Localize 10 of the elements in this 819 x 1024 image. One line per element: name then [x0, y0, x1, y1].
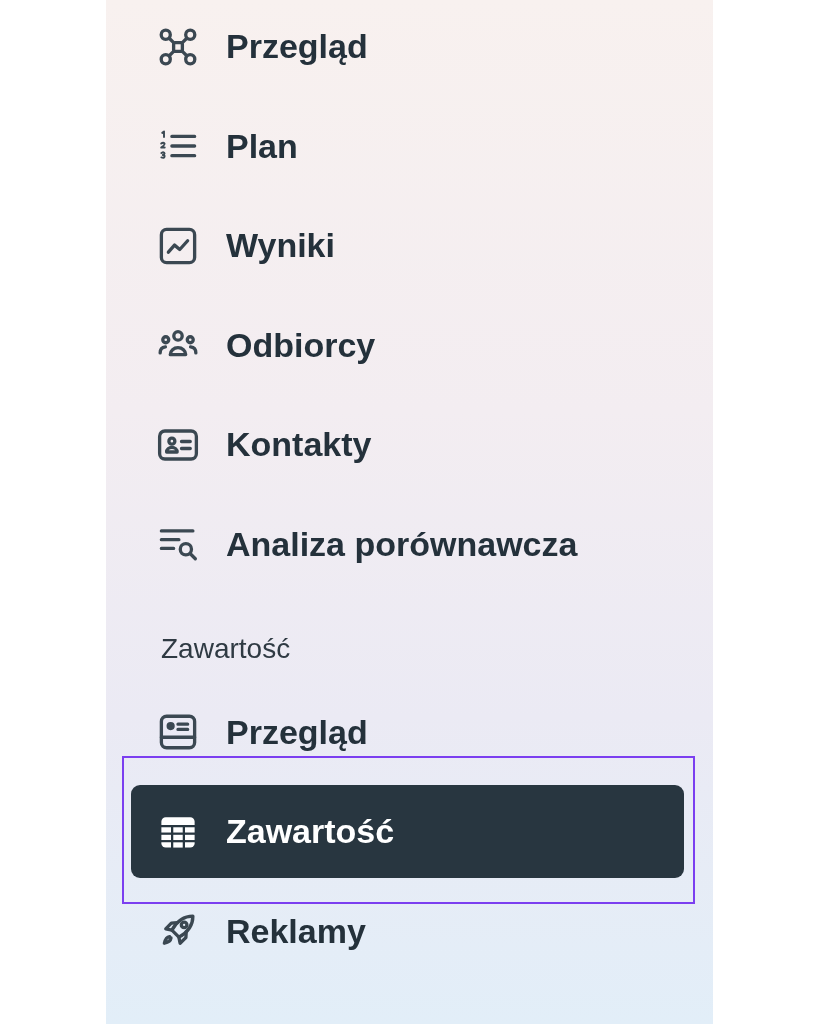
nav-item[interactable]: Wyniki — [131, 199, 684, 292]
nav-item[interactable]: Przegląd — [131, 685, 684, 779]
nav-item[interactable]: Plan — [131, 99, 684, 193]
nav-item[interactable]: Odbiorcy — [131, 298, 684, 392]
section-heading: Zawartość — [161, 633, 292, 664]
nav-item[interactable]: Reklamy — [131, 884, 684, 978]
nav-item[interactable]: Zawartość — [131, 785, 684, 878]
nav-item[interactable]: Analiza porównawcza — [131, 497, 684, 591]
nav-item[interactable]: Przegląd — [131, 0, 684, 93]
nav-item[interactable]: Kontakty — [131, 398, 684, 491]
